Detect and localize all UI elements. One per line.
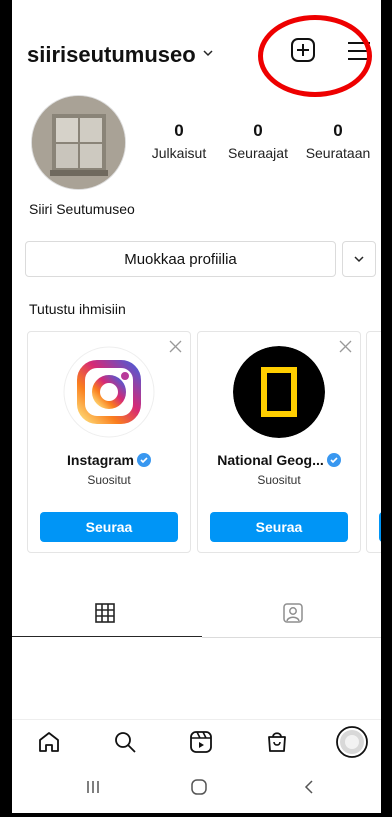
annotation-circle [258, 15, 372, 97]
followers-label: Seuraajat [228, 145, 288, 161]
active-tab-indicator [12, 636, 202, 637]
tab-divider [202, 637, 381, 638]
stat-followers[interactable]: 0 Seuraajat [218, 121, 298, 161]
verified-badge-icon [326, 452, 341, 470]
top-bar: siiriseutumuseo [12, 0, 381, 108]
posts-label: Julkaisut [151, 145, 207, 161]
profile-tabs [12, 596, 381, 640]
bottom-nav [12, 719, 381, 764]
discover-people-title: Tutustu ihmisiin [29, 301, 126, 317]
back-icon[interactable] [300, 778, 318, 801]
edit-profile-button[interactable]: Muokkaa profiilia [25, 241, 336, 277]
profile-avatar-icon[interactable] [336, 726, 368, 763]
verified-badge-icon [136, 452, 151, 470]
suggestion-card-instagram[interactable]: Instagram Suositut Seuraa [27, 331, 191, 553]
suggestion-subtitle: Suositut [87, 473, 131, 487]
stat-posts[interactable]: 0 Julkaisut [139, 121, 219, 161]
app-screen: siiriseutumuseo 0 Julkaisut 0 Seuraajat [12, 0, 381, 813]
profile-full-name: Siiri Seutumuseo [29, 201, 135, 217]
posts-count: 0 [174, 121, 184, 140]
grid-icon[interactable] [94, 602, 116, 629]
shop-icon[interactable] [265, 730, 289, 759]
recent-apps-icon[interactable] [84, 778, 102, 801]
follow-button[interactable]: Seuraa [210, 512, 348, 542]
chevron-down-icon[interactable] [202, 46, 214, 64]
national-geographic-logo[interactable] [233, 346, 325, 438]
suggestion-name[interactable]: Instagram [28, 452, 190, 470]
stat-following[interactable]: 0 Seurataan [298, 121, 378, 161]
followers-count: 0 [253, 121, 263, 140]
username-title[interactable]: siiriseutumuseo [27, 42, 196, 68]
following-label: Seurataan [305, 145, 371, 161]
follow-button[interactable]: Seuraa [40, 512, 178, 542]
profile-avatar[interactable] [31, 95, 126, 190]
home-icon[interactable] [37, 730, 61, 759]
tagged-icon[interactable] [282, 602, 304, 629]
search-icon[interactable] [113, 730, 137, 759]
suggestion-subtitle: Suositut [257, 473, 301, 487]
suggestion-card-partial[interactable] [366, 331, 381, 553]
follow-button[interactable] [379, 512, 381, 542]
home-button-icon[interactable] [190, 778, 208, 801]
instagram-logo[interactable] [63, 346, 155, 438]
suggestions-toggle-button[interactable] [342, 241, 376, 277]
chevron-down-icon [354, 256, 364, 263]
reels-icon[interactable] [189, 730, 213, 759]
suggestion-name[interactable]: National Geog... [198, 452, 360, 470]
suggestion-card-natgeo[interactable]: National Geog... Suositut Seuraa [197, 331, 361, 553]
close-icon[interactable] [169, 340, 182, 358]
following-count: 0 [333, 121, 343, 140]
system-navigation-bar [12, 770, 381, 810]
close-icon[interactable] [339, 340, 352, 358]
